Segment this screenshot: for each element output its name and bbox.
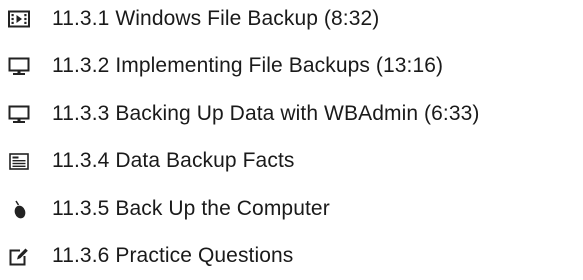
document-icon [8,150,30,172]
lesson-label: 11.3.4 Data Backup Facts [52,149,295,172]
video-icon [8,8,30,30]
monitor-icon [8,55,30,77]
lesson-item-data-backup-facts[interactable]: 11.3.4 Data Backup Facts [8,144,294,178]
edit-icon [8,245,30,267]
lesson-item-wbadmin[interactable]: 11.3.3 Backing Up Data with WBAdmin (6:3… [8,97,480,131]
lesson-label: 11.3.6 Practice Questions [52,244,294,267]
mouse-icon [8,198,30,220]
monitor-icon [8,103,30,125]
lesson-label: 11.3.5 Back Up the Computer [52,197,330,220]
lesson-item-practice-questions[interactable]: 11.3.6 Practice Questions [8,239,293,273]
lesson-item-implementing-file-backups[interactable]: 11.3.2 Implementing File Backups (13:16) [8,49,443,83]
lesson-item-back-up-computer[interactable]: 11.3.5 Back Up the Computer [8,192,330,226]
lesson-item-windows-file-backup[interactable]: 11.3.1 Windows File Backup (8:32) [8,2,379,36]
lesson-label: 11.3.1 Windows File Backup (8:32) [52,7,380,30]
lesson-label: 11.3.3 Backing Up Data with WBAdmin (6:3… [52,102,480,125]
lesson-label: 11.3.2 Implementing File Backups (13:16) [52,54,444,77]
lesson-list: 11.3.1 Windows File Backup (8:32) 11.3.2… [0,0,583,280]
